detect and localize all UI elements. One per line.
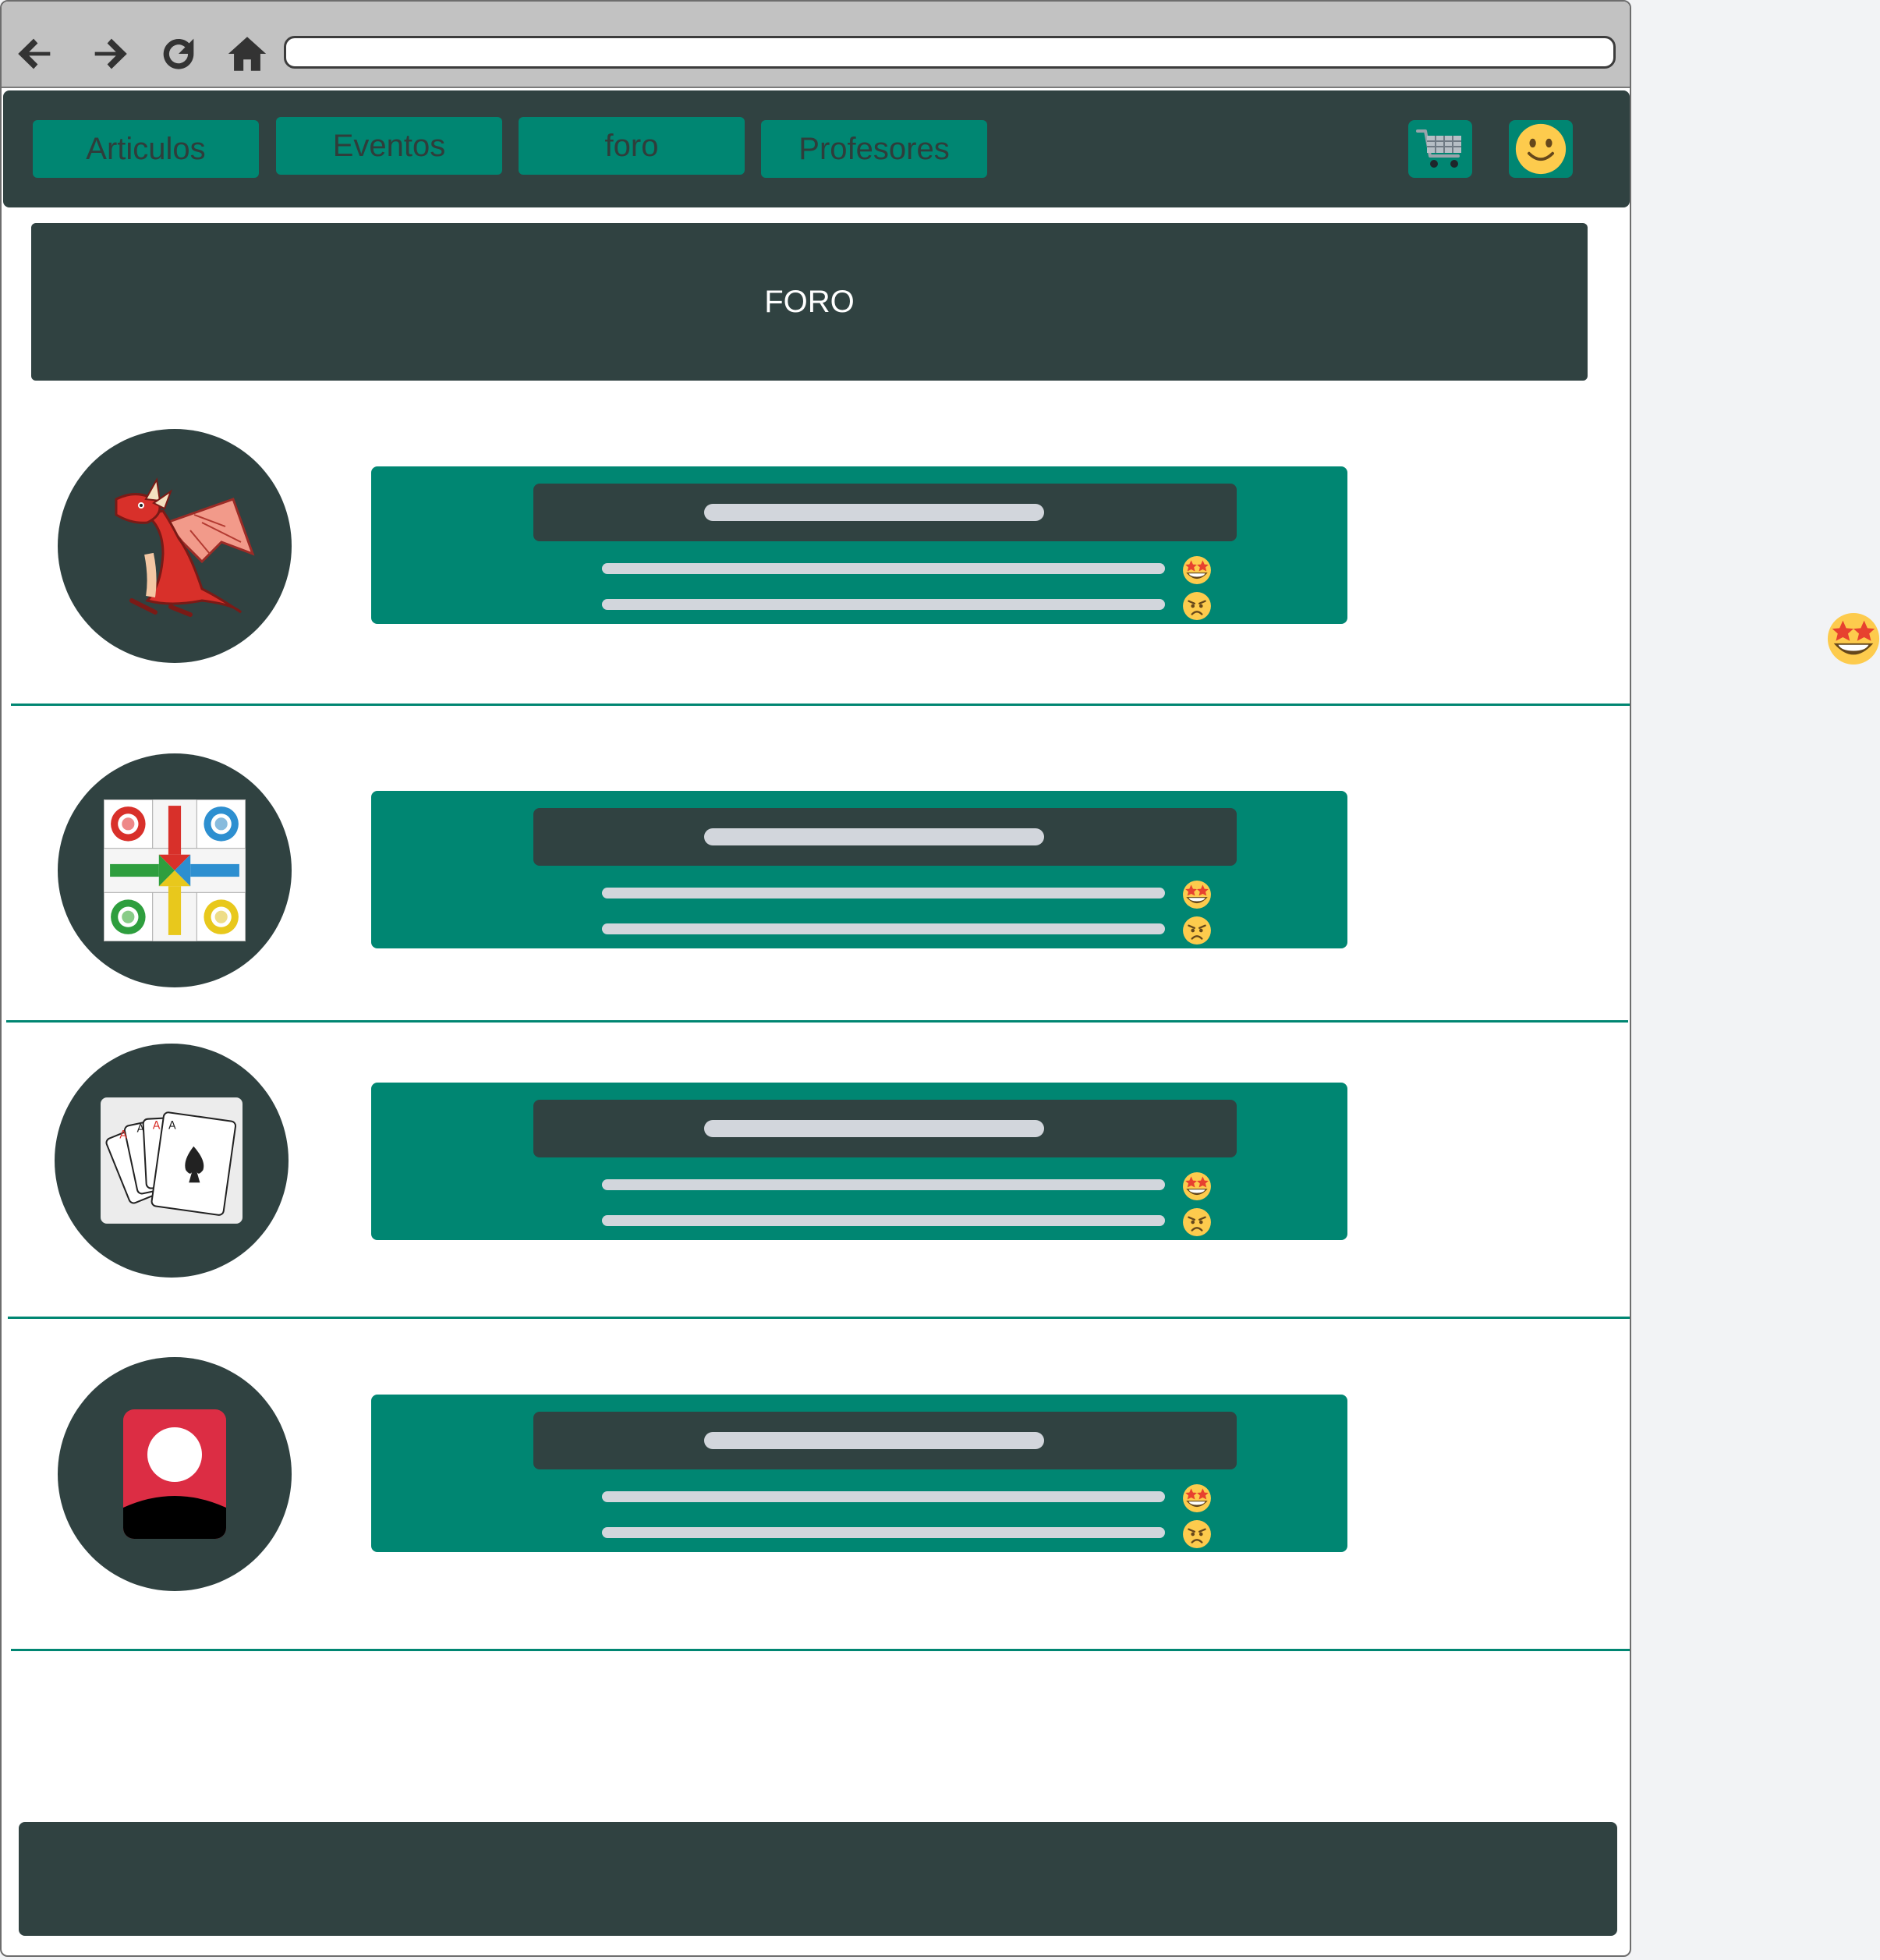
back-arrow-icon[interactable] (11, 30, 59, 78)
profile-button[interactable] (1509, 120, 1573, 178)
home-icon[interactable] (223, 30, 271, 78)
post-avatar[interactable]: A A A A (55, 1044, 289, 1278)
post-title-box (533, 484, 1237, 541)
post-divider (8, 1317, 1630, 1319)
forum-post-card[interactable] (371, 1083, 1347, 1240)
page-footer (19, 1822, 1617, 1936)
page-title-banner: FORO (31, 223, 1588, 381)
cart-button[interactable] (1408, 120, 1472, 178)
post-avatar[interactable] (58, 753, 292, 987)
forward-arrow-icon[interactable] (86, 30, 134, 78)
star-struck-emoji-icon[interactable] (1182, 880, 1212, 909)
svg-text:A: A (153, 1120, 161, 1132)
smiley-face-icon (1515, 123, 1567, 175)
post-text-placeholder (602, 1179, 1165, 1190)
post-title-box (533, 1412, 1237, 1469)
post-divider (11, 704, 1630, 706)
star-struck-emoji-icon[interactable] (1182, 555, 1212, 585)
post-text-placeholder (602, 1491, 1165, 1502)
browser-window: Articulos Eventos foro Profesores FORO A… (0, 0, 1631, 1957)
page-title: FORO (764, 284, 855, 319)
post-avatar[interactable] (58, 429, 292, 663)
post-title-placeholder (704, 504, 1044, 521)
post-title-box (533, 1100, 1237, 1157)
forum-post-card[interactable] (371, 466, 1347, 624)
svg-text:A: A (137, 1123, 145, 1136)
main-navbar: Articulos Eventos foro Profesores (3, 90, 1630, 207)
post-text-placeholder (602, 1527, 1165, 1538)
nav-eventos-button[interactable]: Eventos (276, 117, 502, 175)
address-bar[interactable] (284, 36, 1616, 69)
playing-cards-icon: A A A A (101, 1097, 243, 1224)
forum-post-card[interactable] (371, 791, 1347, 948)
post-divider (6, 1020, 1628, 1023)
forum-post-card[interactable] (371, 1395, 1347, 1552)
star-struck-emoji-icon[interactable] (1182, 1171, 1212, 1201)
post-text-placeholder (602, 599, 1165, 610)
post-title-placeholder (704, 1432, 1044, 1449)
svg-text:A: A (119, 1129, 127, 1142)
post-title-placeholder (704, 828, 1044, 845)
post-text-placeholder (602, 888, 1165, 898)
angry-emoji-icon[interactable] (1182, 591, 1212, 621)
post-divider (11, 1649, 1630, 1651)
nav-articulos-button[interactable]: Articulos (33, 120, 259, 178)
post-text-placeholder (602, 1215, 1165, 1226)
angry-emoji-icon[interactable] (1182, 1207, 1212, 1237)
shopping-cart-icon (1416, 129, 1461, 168)
angry-emoji-icon[interactable] (1182, 1519, 1212, 1549)
dragon-icon (115, 477, 255, 617)
browser-toolbar (2, 2, 1630, 88)
post-text-placeholder (602, 563, 1165, 574)
reload-icon[interactable] (154, 30, 203, 78)
user-profile-icon (123, 1409, 226, 1539)
nav-foro-button[interactable]: foro (519, 117, 745, 175)
star-struck-emoji-icon[interactable] (1182, 1483, 1212, 1513)
post-title-box (533, 808, 1237, 866)
post-avatar[interactable] (58, 1357, 292, 1591)
post-text-placeholder (602, 923, 1165, 934)
nav-profesores-button[interactable]: Profesores (761, 120, 987, 178)
parchis-board-icon (104, 799, 246, 941)
star-struck-emoji-icon (1827, 612, 1880, 665)
svg-text:A: A (168, 1120, 176, 1132)
post-title-placeholder (704, 1120, 1044, 1137)
angry-emoji-icon[interactable] (1182, 916, 1212, 945)
